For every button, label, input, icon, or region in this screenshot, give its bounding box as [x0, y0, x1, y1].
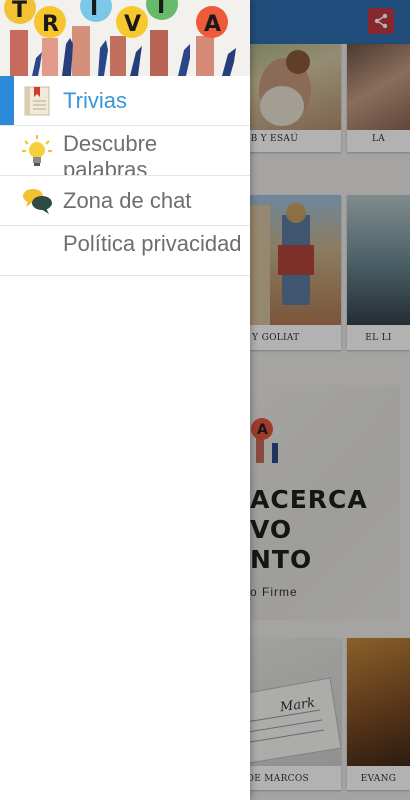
- menu-item-label: Descubre palabras: [63, 131, 158, 176]
- header-letter: A: [204, 12, 222, 37]
- header-letter: I: [90, 0, 99, 21]
- header-letter: V: [124, 12, 142, 37]
- menu-item-descubre-palabras[interactable]: Descubre palabras: [0, 126, 250, 176]
- lightbulb-icon: [22, 135, 52, 166]
- drawer-header-image: T R I V I A: [0, 0, 250, 76]
- drawer-menu: Trivias Descubre palabras Zona de chat P…: [0, 76, 250, 276]
- header-letter: T: [12, 0, 28, 23]
- menu-item-label: Política privacidad: [63, 231, 242, 256]
- menu-item-label: Zona de chat: [63, 188, 192, 213]
- header-letter: R: [42, 12, 59, 37]
- selected-indicator: [0, 76, 14, 125]
- book-icon: [24, 86, 50, 116]
- header-letter: I: [157, 0, 166, 19]
- menu-item-zona-de-chat[interactable]: Zona de chat: [0, 176, 250, 226]
- menu-item-trivias[interactable]: Trivias: [0, 76, 250, 126]
- chat-bubbles-icon: [23, 189, 52, 214]
- menu-item-label: Trivias: [63, 88, 127, 113]
- menu-item-politica-privacidad[interactable]: Política privacidad: [0, 226, 250, 276]
- navigation-drawer: T R I V I A Trivias Descubre palabras Zo…: [0, 0, 250, 800]
